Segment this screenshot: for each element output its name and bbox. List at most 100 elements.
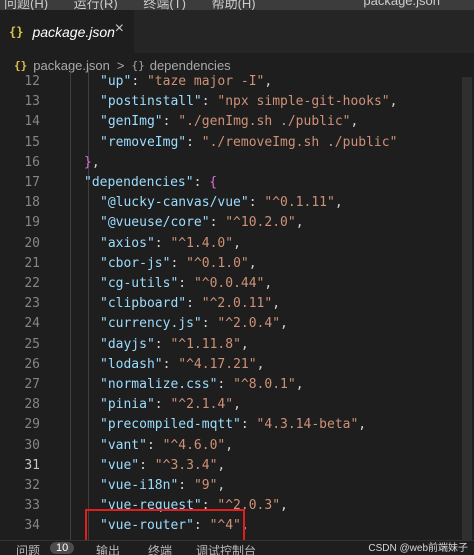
tab-package-json[interactable]: {} package.json ×	[0, 10, 134, 53]
code-text: "vant": "^4.6.0",	[100, 436, 233, 456]
punctuation-token: ,	[295, 377, 304, 392]
editor-tab-bar: {} package.json ×	[0, 10, 474, 53]
menu-item-help[interactable]: 帮助(H)	[212, 0, 256, 10]
line-number: 19	[24, 215, 40, 231]
code-line: 26 "lodash": "^4.17.21",	[0, 355, 474, 375]
line-number: 18	[24, 195, 40, 211]
punctuation-token: :	[154, 336, 171, 352]
line-number: 21	[24, 255, 40, 271]
json-key: "removeImg"	[100, 134, 187, 150]
json-key: "normalize.css"	[100, 377, 218, 392]
code-text: "pinia": "^2.1.4",	[100, 395, 241, 415]
code-text: "dayjs": "^1.11.8",	[100, 335, 249, 355]
punctuation-token: ,	[350, 114, 359, 130]
line-number: 27	[24, 377, 40, 392]
tab-label: package.json	[32, 23, 115, 40]
punctuation-token: :	[201, 316, 218, 332]
line-number: 17	[24, 175, 40, 190]
line-number: 11	[0, 66, 40, 72]
menu-item-selection[interactable]: 问题(H)	[4, 0, 48, 10]
line-number: 14	[24, 114, 40, 130]
json-key: "pinia"	[100, 397, 155, 413]
close-icon[interactable]: ×	[115, 20, 124, 38]
json-key: "vant"	[100, 437, 147, 453]
tab-output[interactable]: 输出	[96, 542, 120, 555]
vertical-scrollbar[interactable]	[460, 77, 474, 540]
json-string-value: "^4.6.0"	[162, 437, 226, 453]
json-key: "axios"	[100, 235, 155, 251]
json-key: "@lucky-canvas/vue"	[100, 195, 249, 211]
json-key: "genImg"	[100, 114, 163, 130]
json-string-value: "^0.0.44"	[193, 276, 265, 291]
code-line: 19 "@vueuse/core": "^10.2.0",	[0, 213, 474, 233]
code-text: "currency.js": "^2.0.4",	[100, 314, 288, 334]
code-text: "genImg": "./genImg.sh ./public",	[100, 112, 358, 132]
code-editor[interactable]: 11 "taze": "taze" 12 "up": "taze major -I",…	[0, 66, 474, 540]
menu-item-run[interactable]: 运行(R)	[74, 0, 118, 10]
json-key: "vue"	[100, 457, 140, 473]
punctuation-token: :	[154, 397, 171, 413]
punctuation-token: :	[217, 377, 234, 392]
punctuation-token: ,	[240, 336, 249, 352]
code-line: 31 "vue": "^3.3.4",	[0, 456, 474, 476]
punctuation-token: ,	[264, 276, 273, 291]
line-number: 29	[24, 417, 40, 433]
code-line: 29 "precompiled-mqtt": "4.3.14-beta",	[0, 415, 474, 435]
json-string-value: "^4.17.21"	[178, 356, 257, 372]
line-number: 16	[24, 154, 40, 170]
punctuation-token: :	[186, 296, 202, 312]
code-text: "cg-utils": "^0.0.44",	[100, 274, 272, 294]
punctuation-token: :	[170, 255, 187, 271]
json-key: "postinstall"	[100, 94, 202, 110]
json-key: "dayjs"	[100, 336, 155, 352]
title-bar: 问题(H) 运行(R) 终端(T) 帮助(H) package.json	[0, 0, 474, 10]
punctuation-token: ,	[248, 255, 257, 271]
json-string-value: "^0.1.0"	[186, 255, 249, 271]
json-string-value: "^2.0.4"	[217, 316, 281, 332]
json-string-value: "^0.1.11"	[264, 195, 335, 211]
window-title: package.json	[363, 0, 440, 8]
line-number: 13	[24, 94, 40, 110]
code-line: 25 "dayjs": "^1.11.8",	[0, 335, 474, 355]
line-number: 12	[24, 74, 40, 89]
code-line: 21 "cbor-js": "^0.1.0",	[0, 254, 474, 274]
tab-problems[interactable]: 问题	[16, 542, 40, 555]
code-text: "axios": "^1.4.0",	[100, 234, 241, 254]
punctuation-token: ,	[280, 316, 288, 332]
code-line: 23 "clipboard": "^2.0.11",	[0, 294, 474, 314]
brace-token: {	[209, 175, 218, 190]
json-string-value: "./removeImg.sh ./public"	[201, 134, 398, 150]
json-string-value: "^2.1.4"	[170, 397, 234, 413]
json-string-value: "npx simple-git-hooks"	[217, 94, 390, 110]
code-line: 22 "cg-utils": "^0.0.44",	[0, 274, 474, 294]
code-line: 13 "postinstall": "npx simple-git-hooks",	[0, 92, 474, 112]
punctuation-token: ,	[264, 74, 273, 89]
json-key: "cbor-js"	[100, 255, 171, 271]
json-key: "dependencies"	[84, 175, 194, 190]
json-key: "currency.js"	[100, 316, 202, 332]
tab-terminal[interactable]: 终端	[148, 542, 172, 555]
tab-debug-console[interactable]: 调试控制台	[196, 542, 256, 555]
punctuation-token: :	[146, 437, 163, 453]
json-string-value: "./genImg.sh ./public"	[178, 114, 351, 130]
code-line: 12 "up": "taze major -I",	[0, 72, 474, 92]
code-text: "precompiled-mqtt": "4.3.14-beta",	[100, 415, 366, 435]
watermark: CSDN @web前端妹子	[368, 543, 468, 554]
code-text: "lodash": "^4.17.21",	[100, 355, 264, 375]
code-line: 11 "taze": "taze"	[0, 66, 474, 72]
punctuation-token: ,	[233, 235, 241, 251]
menu-item-terminal[interactable]: 终端(T)	[143, 0, 186, 10]
line-number: 34	[24, 518, 40, 534]
code-text: "up": "taze major -I",	[100, 72, 272, 92]
code-line: 16},	[0, 153, 474, 173]
punctuation-token: :	[240, 417, 257, 433]
line-number: 33	[24, 498, 40, 514]
code-text: "dependencies": {	[84, 173, 217, 193]
scrollbar-thumb[interactable]	[462, 77, 472, 540]
code-text: "@lucky-canvas/vue": "^0.1.11",	[100, 193, 343, 213]
punctuation-token: :	[186, 134, 202, 150]
punctuation-token: :	[154, 235, 171, 251]
json-key: "taze"	[100, 66, 147, 69]
punctuation-token: :	[162, 114, 179, 130]
code-text: "@vueuse/core": "^10.2.0",	[100, 213, 304, 233]
